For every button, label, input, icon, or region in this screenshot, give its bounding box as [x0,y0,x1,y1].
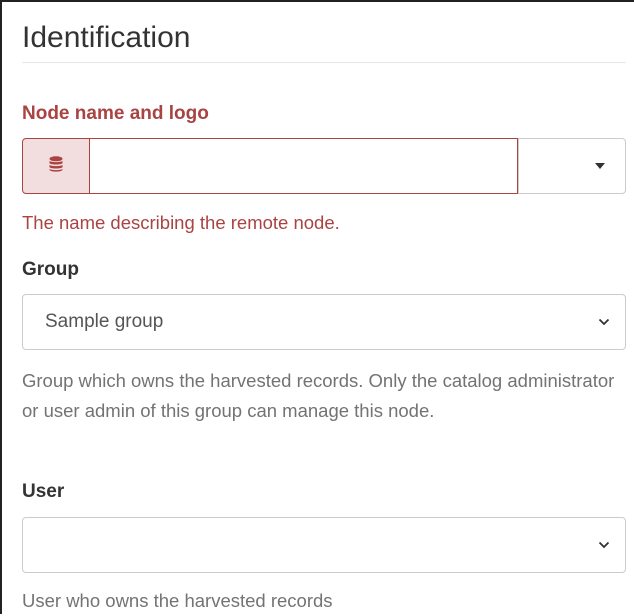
group-help: Group which owns the harvested records. … [22,370,615,421]
group-select[interactable]: Sample group [22,294,626,350]
group-selected-value: Sample group [45,311,164,332]
logo-dropdown-button[interactable] [518,138,626,194]
group-label: Group [22,259,79,280]
user-help: User who owns the harvested records [22,590,333,611]
user-select[interactable] [22,517,626,573]
chevron-down-icon [598,541,610,549]
section-title: Identification [22,21,191,54]
node-name-help: The name describing the remote node. [22,212,340,233]
user-label: User [22,481,65,502]
title-divider [22,62,626,63]
node-name-label: Node name and logo [22,103,209,124]
node-name-input[interactable] [90,138,518,194]
caret-down-icon [595,163,605,169]
chevron-down-icon [598,318,610,326]
node-name-input-group [22,138,626,194]
database-icon [49,155,63,177]
node-name-addon [22,138,90,194]
